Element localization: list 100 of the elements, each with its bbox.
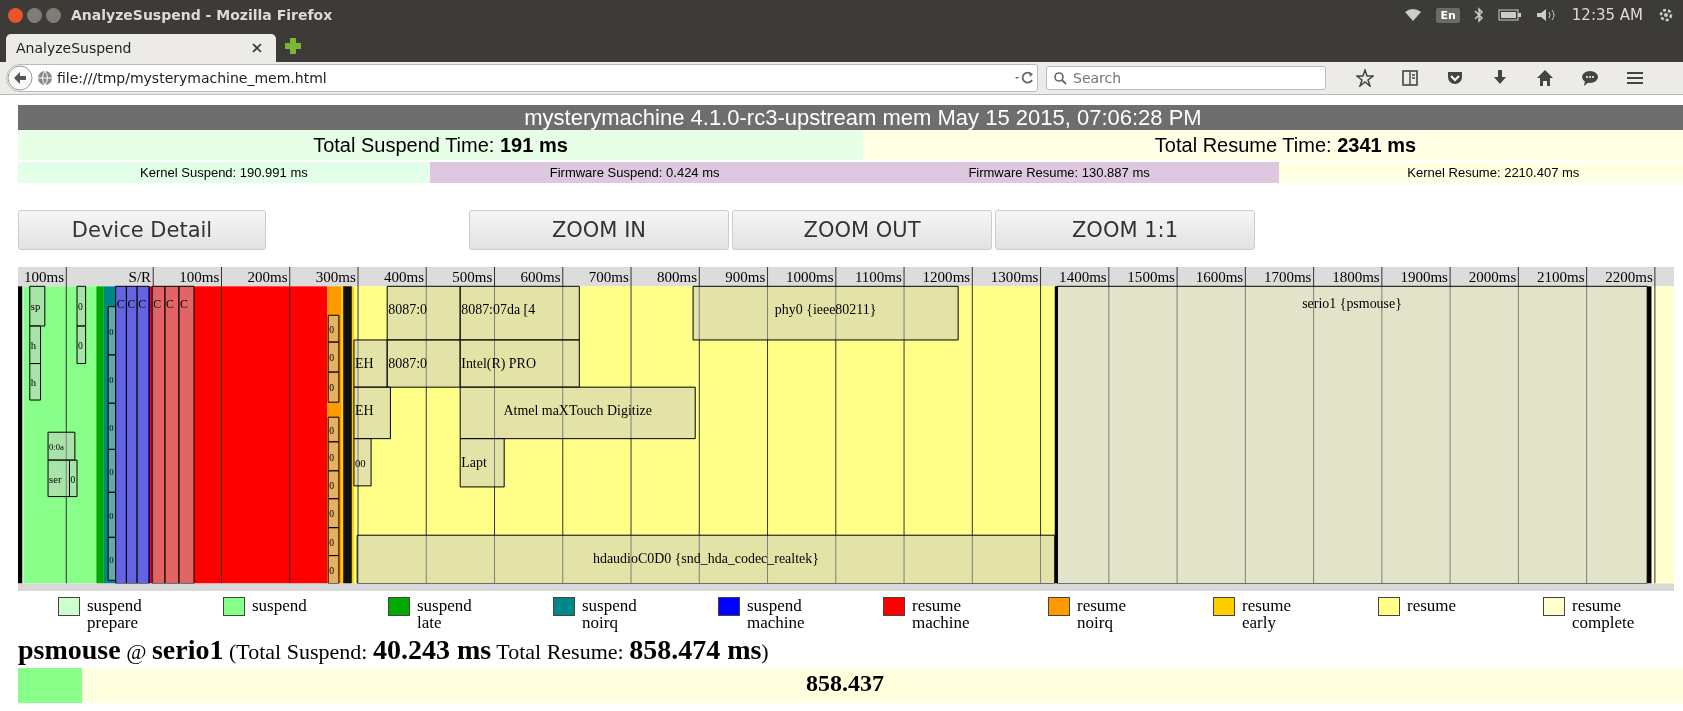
device-bar[interactable]: 0 xyxy=(107,491,117,538)
device-bar[interactable]: 0 xyxy=(327,555,340,584)
tick-label: 400ms xyxy=(384,269,425,285)
device-bar[interactable]: 0 xyxy=(107,354,117,404)
clock[interactable]: 12:35 AM xyxy=(1571,6,1643,24)
device-detail-button[interactable]: Device Detail xyxy=(18,210,266,250)
device-bar[interactable]: EH xyxy=(353,386,391,440)
device-bar[interactable]: 0:0a xyxy=(47,431,76,461)
phase-time: Kernel Suspend: 190.991 ms xyxy=(18,162,430,183)
legend-label: suspend prepare xyxy=(87,597,142,631)
device-bar[interactable]: sp xyxy=(29,285,46,327)
device-bar[interactable]: 0 xyxy=(76,285,87,327)
device-bar[interactable]: ser xyxy=(47,459,70,498)
zoom-button[interactable]: ZOOM OUT xyxy=(732,210,992,250)
pocket-icon[interactable] xyxy=(1446,69,1464,87)
tick-label: 1800ms xyxy=(1332,269,1380,285)
bluetooth-icon[interactable] xyxy=(1473,7,1484,23)
report-title: mysterymachine 4.1.0-rc3-upstream mem May 15 2015, 07:06:28 PM xyxy=(18,105,1683,130)
volume-icon[interactable] xyxy=(1535,8,1558,22)
legend-label: suspend machine xyxy=(747,597,805,631)
resume-time: 858.437 xyxy=(805,669,885,698)
legend-label: resume noirq xyxy=(1077,597,1127,631)
device-bar[interactable]: Atmel maXTouch Digitize xyxy=(459,386,696,440)
legend-label: resume complete xyxy=(1572,597,1635,631)
settings-icon[interactable] xyxy=(1657,6,1675,24)
close-icon[interactable] xyxy=(252,43,262,53)
tick-label: 1400ms xyxy=(1059,269,1107,285)
device-bar[interactable]: 0 xyxy=(327,341,340,373)
device-bar[interactable]: 0 xyxy=(327,416,340,443)
device-bar[interactable]: C xyxy=(151,285,166,584)
legend-label: resume xyxy=(1407,597,1457,614)
device-bar[interactable]: 0 xyxy=(327,470,340,500)
zoom-button[interactable]: ZOOM IN xyxy=(469,210,729,250)
scrollbar[interactable] xyxy=(18,583,1674,591)
zoom-button[interactable]: ZOOM 1:1 xyxy=(995,210,1255,250)
search-field[interactable]: Search xyxy=(1046,66,1326,90)
minimize-button[interactable] xyxy=(27,7,42,23)
device-bar[interactable]: phy0 {ieee80211} xyxy=(692,285,959,341)
tick-label: 1500ms xyxy=(1127,269,1175,285)
device-bar[interactable]: h xyxy=(29,325,42,365)
device-bar[interactable]: 8087:07da [4 xyxy=(459,285,580,341)
tick-label: S/R xyxy=(128,269,152,285)
device-bar[interactable]: Lapt xyxy=(459,438,505,488)
tick-label: 1900ms xyxy=(1400,269,1448,285)
device-bar[interactable]: serio1 {psmouse} xyxy=(1056,285,1648,584)
tick-label: 2200ms xyxy=(1605,269,1653,285)
device-bar[interactable]: 0 xyxy=(76,325,87,365)
menu-icon[interactable] xyxy=(1626,69,1644,87)
legend-label: suspend late xyxy=(417,597,472,631)
device-bar[interactable]: 0 xyxy=(327,314,340,343)
tick-label: 1100ms xyxy=(854,269,902,285)
tick-label: 500ms xyxy=(452,269,493,285)
back-icon[interactable] xyxy=(7,65,33,91)
chat-icon[interactable] xyxy=(1581,69,1599,87)
device-bar[interactable]: 0 xyxy=(107,306,117,356)
device-bar[interactable]: C xyxy=(115,285,127,584)
wifi-icon[interactable] xyxy=(1404,8,1423,22)
device-bar[interactable]: 0 xyxy=(107,536,117,581)
tick-label: 300ms xyxy=(315,269,356,285)
legend-label: suspend noirq xyxy=(582,597,637,631)
globe-icon xyxy=(37,70,53,86)
device-bar[interactable]: 8087:0 xyxy=(386,285,461,341)
total-time: Total Suspend Time: 191 ms xyxy=(18,130,863,160)
device-bar[interactable]: C xyxy=(136,285,150,584)
device-bar[interactable]: C xyxy=(125,285,138,584)
phase-time: Firmware Resume: 130.887 ms xyxy=(839,162,1279,183)
device-bar[interactable]: 0 xyxy=(327,498,340,529)
legend-label: resume machine xyxy=(912,597,970,631)
maximize-button[interactable] xyxy=(46,7,61,23)
device-bar[interactable]: C xyxy=(164,285,180,584)
new-tab-icon[interactable] xyxy=(284,37,302,55)
device-bar[interactable]: 0 xyxy=(107,402,117,450)
device-bar[interactable]: 0 xyxy=(69,459,78,498)
tick-label: 900ms xyxy=(725,269,766,285)
tick-label: 100ms xyxy=(24,269,65,285)
device-bar[interactable]: h xyxy=(29,363,42,401)
tick-label: 1000ms xyxy=(786,269,834,285)
legend-label: suspend xyxy=(252,597,307,614)
home-icon[interactable] xyxy=(1536,69,1554,87)
reading-list-icon[interactable] xyxy=(1401,69,1419,87)
device-bar[interactable]: 0 xyxy=(327,527,340,557)
device-bar[interactable]: 8087:0 xyxy=(386,339,461,388)
tick-label: 700ms xyxy=(588,269,629,285)
device-bar[interactable]: hdaudioC0D0 {snd_hda_codec_realtek} xyxy=(356,534,1056,584)
tick-label: 2000ms xyxy=(1468,269,1517,285)
device-bar[interactable]: 00 xyxy=(353,438,372,487)
device-bar[interactable]: Intel(R) PRO xyxy=(459,339,580,388)
device-bar[interactable]: 0 xyxy=(327,441,340,472)
address-bar[interactable]: file:///tmp/mysterymachine_mem.html xyxy=(6,64,1038,92)
star-icon[interactable] xyxy=(1356,69,1374,87)
keyboard-indicator[interactable]: En xyxy=(1436,7,1460,23)
close-button[interactable] xyxy=(8,7,23,23)
battery-icon[interactable] xyxy=(1497,9,1522,21)
device-bar[interactable]: 0 xyxy=(327,371,340,403)
window-title: AnalyzeSuspend - Mozilla Firefox xyxy=(71,7,333,23)
device-bar[interactable]: 0 xyxy=(107,448,117,493)
browser-tab[interactable]: AnalyzeSuspend xyxy=(6,34,276,62)
device-bar[interactable]: C xyxy=(178,285,195,584)
tick-label: 800ms xyxy=(657,269,698,285)
device-bar[interactable]: EH xyxy=(353,339,388,388)
